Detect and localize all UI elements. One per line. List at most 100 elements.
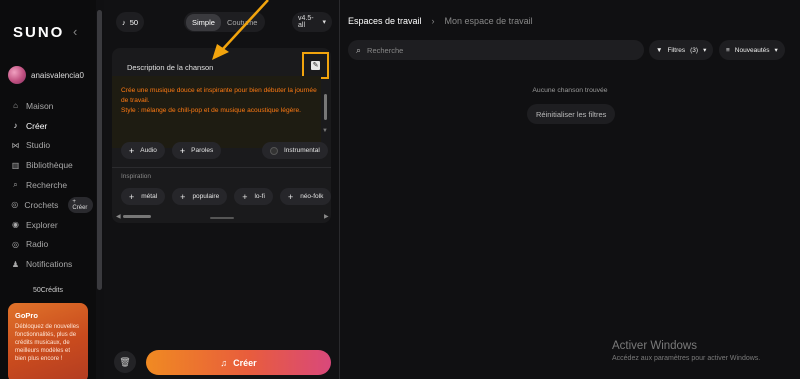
search-icon: ⌕ [356, 44, 362, 55]
plus-icon: + [180, 191, 186, 202]
sidebar-item-bibliotheque[interactable]: ▥ Bibliothèque [11, 155, 93, 175]
chevron-right-icon: › [431, 16, 435, 26]
filter-icon: ▼ [656, 46, 663, 54]
tag-label: néo-folk [300, 193, 324, 200]
user-profile[interactable]: anaisvalencia0 [8, 66, 84, 84]
add-lyrics-button[interactable]: + Paroles [171, 142, 222, 159]
breadcrumb-my-workspace[interactable]: Mon espace de travail [445, 16, 533, 26]
divider [112, 167, 331, 168]
trash-icon[interactable]: 🗑 [114, 351, 136, 373]
chevron-down-icon: ▾ [774, 47, 778, 54]
add-audio-button[interactable]: + Audio [121, 142, 165, 159]
tag-neofolk[interactable]: + néo-folk [279, 188, 331, 205]
chip-label: Audio [140, 147, 157, 154]
create-button[interactable]: ♫ Créer [146, 350, 331, 375]
tag-populaire[interactable]: + populaire [172, 188, 228, 205]
sidebar-item-explorer[interactable]: ◉ Explorer [11, 215, 93, 235]
create-hook-badge[interactable]: + Créer [68, 196, 93, 213]
tag-label: métal [141, 193, 158, 200]
filters-button[interactable]: ▼ Filtres (3) ▾ [649, 40, 714, 60]
sidebar-item-label: Studio [26, 140, 51, 151]
instrumental-toggle[interactable]: Instrumental [262, 142, 328, 159]
sidebar-item-label: Radio [26, 239, 49, 250]
radio-icon: ◎ [12, 239, 19, 249]
gopro-title: GoPro [15, 311, 38, 320]
plus-icon: + [242, 191, 248, 202]
tag-label: lo-fi [254, 193, 265, 200]
search-input[interactable] [367, 45, 618, 55]
tag-metal[interactable]: + métal [121, 188, 166, 205]
description-title: Description de la chanson [127, 63, 214, 72]
bell-icon: ♟ [11, 259, 20, 269]
workspace-main: Espaces de travail › Mon espace de trava… [340, 0, 800, 379]
explore-icon: ◉ [12, 220, 19, 230]
sidebar-item-label: Recherche [26, 180, 68, 191]
plus-icon: + [179, 145, 186, 156]
chip-label: Paroles [191, 147, 214, 154]
edit-description-button[interactable]: ✎ [302, 52, 329, 79]
gopro-text: Débloquez de nouvelles fonctionnalités, … [15, 324, 80, 362]
music-note-icon: ♫ [220, 357, 228, 368]
resize-handle[interactable] [210, 217, 234, 219]
suno-app: SUNO ‹ anaisvalencia0 ⌂ Maison ♪ Créer ⋈… [0, 0, 800, 379]
option-chips: + Audio + Paroles Instrumental [121, 142, 328, 159]
sidebar-item-maison[interactable]: ⌂ Maison [11, 96, 93, 116]
credits-value: 50 [129, 17, 139, 27]
gopro-card[interactable]: GoPro Débloquez de nouvelles fonctionnal… [8, 303, 88, 379]
sidebar-item-recherche[interactable]: ⌕ Recherche [11, 175, 93, 195]
scroll-right-icon[interactable]: ▶ [324, 213, 329, 220]
sidebar-item-radio[interactable]: ◎ Radio [11, 235, 93, 255]
sidebar-item-notifications[interactable]: ♟ Notifications [11, 254, 93, 274]
tag-lofi[interactable]: + lo-fi [234, 188, 273, 205]
toggle-switch [270, 146, 278, 155]
inspiration-label: Inspiration [121, 173, 151, 180]
sidebar-item-label: Bibliothèque [26, 160, 73, 171]
sidebar-nav: ⌂ Maison ♪ Créer ⋈ Studio ▥ Bibliothèque… [11, 96, 93, 274]
suno-logo[interactable]: SUNO [13, 24, 64, 41]
scroll-thumb[interactable] [123, 215, 151, 218]
model-version-select[interactable]: v4.5-all ▾ [292, 12, 332, 32]
scroll-down-icon[interactable]: ▼ [322, 128, 328, 134]
song-description-card: Description de la chanson ✎ Crée une mus… [112, 48, 331, 223]
reset-filters-button[interactable]: Réinitialiser les filtres [527, 104, 616, 124]
windows-activation-title: Activer Windows [612, 340, 697, 352]
chevron-down-icon: ▾ [322, 19, 326, 26]
create-topbar: ♪ 50 Simple Coutume v4.5-all ▾ [112, 12, 332, 32]
sidebar-item-label: Notifications [26, 259, 73, 270]
tag-label: populaire [192, 193, 220, 200]
plus-icon: + [287, 191, 294, 202]
hooks-icon: ◎ [11, 200, 19, 210]
create-icon: ♪ [13, 121, 18, 131]
credits-pill[interactable]: ♪ 50 [116, 12, 145, 32]
tags-scrollbar[interactable]: ◀ ▶ [112, 211, 331, 221]
tab-custom[interactable]: Coutume [221, 14, 263, 31]
sidebar: SUNO ‹ anaisvalencia0 ⌂ Maison ♪ Créer ⋈… [0, 0, 96, 379]
breadcrumb-workspaces[interactable]: Espaces de travail [348, 16, 422, 26]
breadcrumb: Espaces de travail › Mon espace de trava… [348, 16, 533, 26]
sidebar-item-label: Maison [26, 100, 54, 111]
sidebar-item-crochets[interactable]: ◎ Crochets + Créer [11, 195, 93, 215]
chevron-down-icon: ▾ [703, 47, 707, 54]
filters-count: (3) [690, 46, 699, 54]
sort-icon: ≡ [726, 46, 730, 54]
description-text: Crée une musique douce et inspirante pou… [121, 86, 317, 116]
description-textarea[interactable]: Crée une musique douce et inspirante pou… [112, 76, 321, 148]
search-bar[interactable]: ⌕ [348, 40, 644, 60]
windows-activation-subtitle: Accédez aux paramètres pour activer Wind… [612, 355, 761, 362]
sidebar-item-label: Créer [26, 120, 48, 131]
model-version-value: v4.5-all [298, 15, 314, 29]
tab-simple[interactable]: Simple [186, 13, 221, 31]
scroll-left-icon[interactable]: ◀ [116, 213, 121, 220]
sidebar-item-label: Explorer [26, 219, 58, 230]
inspiration-tags: +métal +populaire +lo-fi +néo-folk +r [121, 188, 331, 205]
collapse-sidebar-icon[interactable]: ‹ [73, 24, 77, 39]
search-icon: ⌕ [13, 180, 18, 190]
sidebar-item-studio[interactable]: ⋈ Studio [11, 136, 93, 156]
sort-button[interactable]: ≡ Nouveautés ▾ [719, 40, 785, 60]
description-scrollbar[interactable] [324, 94, 327, 120]
sidebar-item-creer[interactable]: ♪ Créer [11, 116, 93, 136]
sidebar-scrollbar[interactable] [97, 10, 102, 290]
credits-count: 50Crédits [33, 287, 63, 294]
create-panel: ♪ 50 Simple Coutume v4.5-all ▾ Descripti… [104, 0, 339, 379]
plus-icon: + [129, 191, 135, 202]
